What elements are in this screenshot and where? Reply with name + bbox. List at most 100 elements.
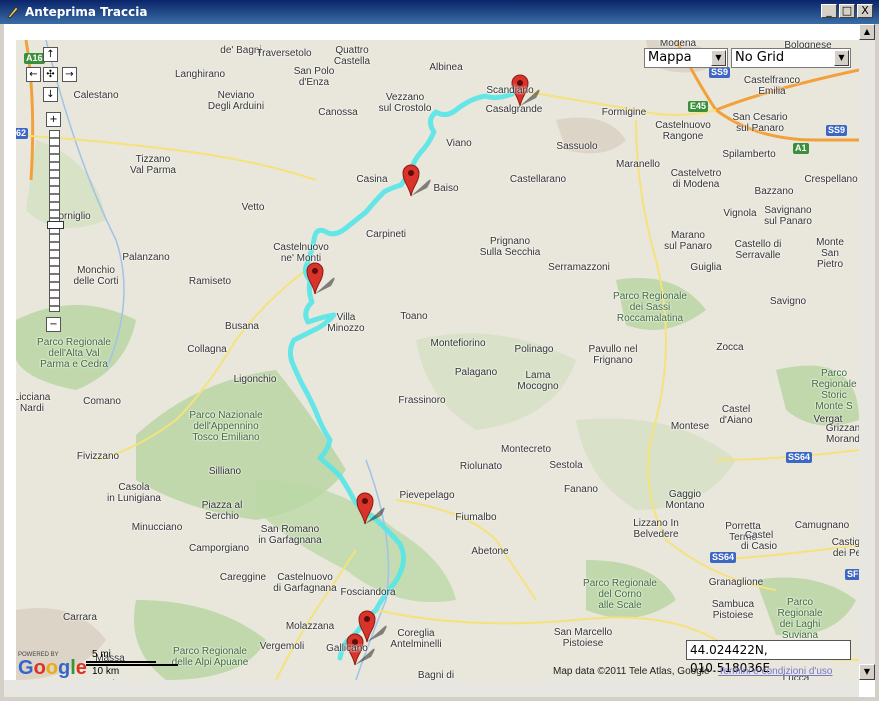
- chevron-down-icon[interactable]: ▼: [711, 50, 726, 66]
- map-type-value: Mappa: [648, 50, 692, 65]
- place-label: Marano sul Panaro: [664, 230, 712, 252]
- place-label: Quattro Castella: [333, 45, 371, 67]
- grid-value: No Grid: [735, 50, 785, 65]
- place-label: Montefiorino: [430, 338, 486, 349]
- close-button[interactable]: X: [857, 4, 873, 18]
- map-view[interactable]: de' Bagni Traversetolo Quattro Castella Alb…: [16, 40, 859, 680]
- place-label: Maranello: [616, 159, 660, 170]
- place-label: Gallicano: [326, 643, 368, 654]
- place-label: Granaglione: [708, 577, 764, 588]
- place-label: Montese: [670, 421, 710, 432]
- place-label: Carrara: [63, 612, 97, 623]
- scroll-down-button[interactable]: ▼: [859, 664, 875, 680]
- place-label: Bazzano: [754, 186, 794, 197]
- vertical-scrollbar[interactable]: ▲ ▼: [859, 24, 875, 680]
- place-label: Albinea: [429, 62, 463, 73]
- place-label: Fosciandora: [340, 587, 396, 598]
- scale-line-miles: [86, 661, 156, 663]
- zoom-out-button[interactable]: −: [46, 317, 61, 332]
- place-label: Ramiseto: [188, 276, 232, 287]
- pan-down-button[interactable]: ↓: [43, 87, 58, 102]
- place-label: Polinago: [514, 344, 554, 355]
- place-label: Lama Mocogno: [517, 370, 559, 392]
- place-label: Busana: [225, 321, 259, 332]
- place-label: Vezzano sul Crostolo: [378, 92, 432, 114]
- minimize-button[interactable]: _: [821, 4, 837, 18]
- place-label: Ligonchio: [233, 374, 277, 385]
- google-wordmark: Google: [18, 657, 87, 679]
- highway-shield: SS9: [826, 125, 848, 136]
- place-label: Casola in Lunigiana: [107, 482, 161, 504]
- place-label: San Romano in Garfagnana: [258, 524, 322, 546]
- place-label: Savigno: [769, 296, 807, 307]
- place-label: Langhirano: [174, 69, 226, 80]
- map-marker-icon[interactable]: [358, 610, 387, 643]
- place-label: Comano: [83, 396, 121, 407]
- attribution-text: Map data ©2011 Tele Atlas, Google -: [553, 666, 719, 677]
- place-label: Camugnano: [794, 520, 850, 531]
- place-label: Monchio delle Corti: [73, 265, 119, 287]
- title-bar: Anteprima Traccia _ □ X: [0, 0, 879, 24]
- pan-up-button[interactable]: ↑: [43, 47, 58, 62]
- highway-shield: A1: [793, 143, 809, 154]
- place-label: Molazzana: [285, 621, 335, 632]
- place-label: Castelfranco Emilia: [743, 75, 801, 97]
- place-label: Guiglia: [690, 262, 722, 273]
- road: [275, 549, 357, 680]
- horizontal-scrollbar[interactable]: [4, 680, 859, 697]
- place-label: San Cesario sul Panaro: [732, 112, 788, 134]
- highway-shield: E45: [688, 101, 709, 112]
- place-label: Crespellano: [804, 174, 858, 185]
- map-attribution: Map data ©2011 Tele Atlas, Google - Term…: [553, 666, 832, 677]
- place-label: Vetto: [241, 202, 265, 213]
- place-label: Palanzano: [122, 252, 170, 263]
- place-label: Sambuca Pistoiese: [711, 599, 755, 621]
- place-label: Scandiano: [486, 85, 534, 96]
- place-label: Riolunato: [459, 461, 503, 472]
- place-label: Castel d'Aiano: [719, 404, 753, 426]
- place-label: Traversetolo: [256, 48, 312, 59]
- place-label: Villa Minozzo: [327, 312, 365, 334]
- zoom-slider-thumb[interactable]: [47, 221, 64, 229]
- place-label: Castelvetro di Modena: [670, 168, 722, 190]
- zoom-slider[interactable]: [47, 130, 64, 312]
- zoom-in-button[interactable]: +: [46, 112, 61, 127]
- place-label: Viano: [446, 138, 472, 149]
- place-label: Silliano: [208, 466, 242, 477]
- place-label: Casina: [356, 174, 388, 185]
- place-label: Grizzan Morand: [825, 423, 859, 445]
- chevron-down-icon[interactable]: ▼: [834, 50, 849, 66]
- map-marker-icon[interactable]: [402, 164, 431, 197]
- place-label: Zocca: [716, 342, 744, 353]
- place-label: Parco Regionale delle Alpi Apuane: [171, 646, 249, 668]
- pan-left-button[interactable]: ←: [26, 67, 41, 82]
- place-label: Carpineti: [365, 229, 407, 240]
- place-label: Casalgrande: [485, 104, 543, 115]
- place-label: Spilamberto: [722, 149, 776, 160]
- grid-select[interactable]: No Grid ▼: [731, 48, 851, 68]
- place-label: Sassuolo: [556, 141, 598, 152]
- place-label: Prignano Sulla Secchia: [479, 236, 541, 258]
- place-label: Castelnuovo ne' Monti: [273, 242, 329, 264]
- place-label: Serramazzoni: [548, 262, 610, 273]
- place-label: Vignola: [723, 208, 757, 219]
- place-label: Parco Regionale del Corno alle Scale: [583, 578, 657, 611]
- place-label: Parco Regionale dei Sassi Roccamalatina: [613, 291, 687, 324]
- place-label: Castel di Casio: [740, 530, 778, 552]
- center-button[interactable]: ✣: [43, 67, 58, 82]
- highway-shield: SS64: [710, 552, 737, 563]
- coordinate-readout: 44.024422N, 010.518036E: [686, 640, 851, 675]
- place-label: Vergemoli: [259, 641, 305, 652]
- google-logo[interactable]: POWERED BY Google: [18, 652, 87, 678]
- place-label: Parco Nazionale dell'Appennino Tosco Emi…: [189, 410, 263, 443]
- place-label: Castellarano: [509, 174, 567, 185]
- terms-link[interactable]: Termini e condizioni d'uso: [718, 666, 832, 677]
- place-label: Fiumalbo: [455, 512, 497, 523]
- pan-right-button[interactable]: →: [62, 67, 77, 82]
- scroll-up-button[interactable]: ▲: [859, 24, 875, 40]
- maximize-button[interactable]: □: [839, 4, 855, 18]
- place-label: Gaggio Montano: [665, 489, 705, 511]
- map-type-select[interactable]: Mappa ▼: [644, 48, 728, 68]
- place-label: Frassinoro: [398, 395, 446, 406]
- place-label: Lizzano In Belvedere: [633, 518, 679, 540]
